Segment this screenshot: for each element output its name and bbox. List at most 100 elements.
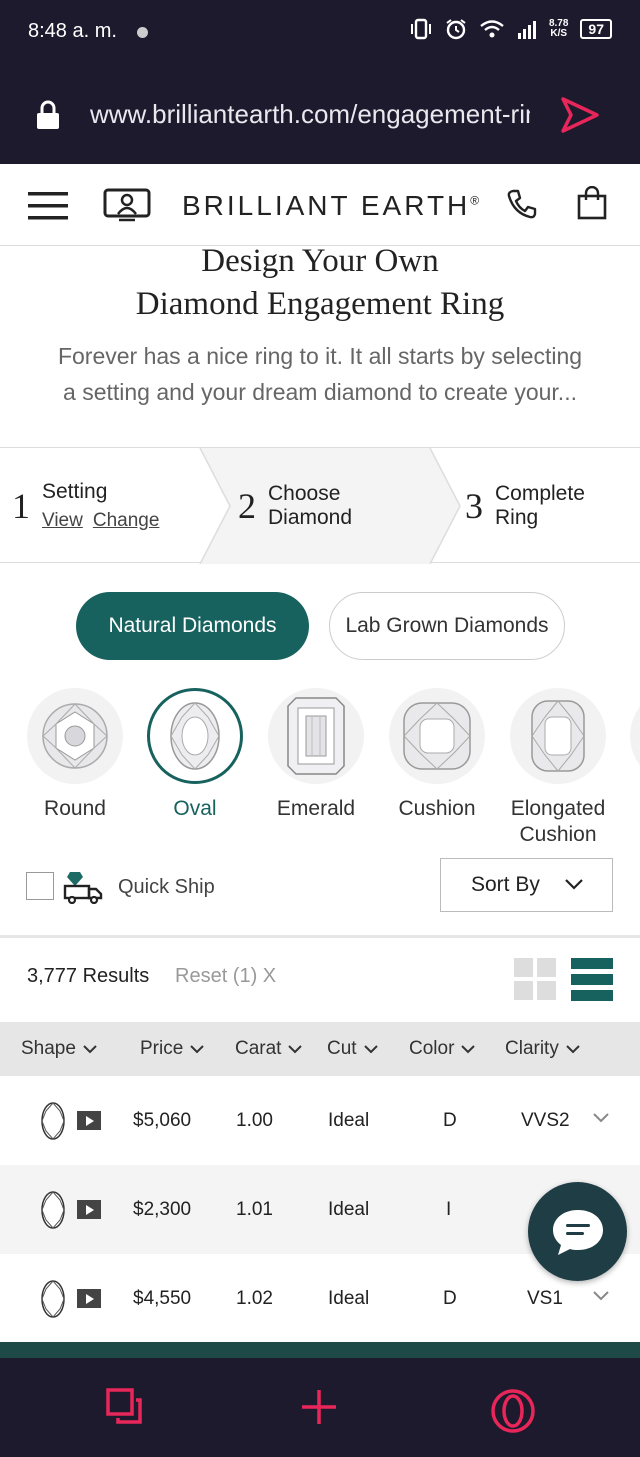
cell-color: D [443, 1288, 457, 1309]
step-label-line2: Diamond [268, 506, 353, 529]
shape-elongated-cushion[interactable]: Elongated Cushion [498, 688, 618, 848]
list-view-icon[interactable] [571, 958, 613, 1001]
oval-shape-icon [41, 1280, 65, 1318]
column-header-color[interactable]: Color [409, 1038, 476, 1060]
page-title: Design Your Own Diamond Engagement Ring [0, 240, 640, 326]
video-play-icon[interactable] [77, 1111, 101, 1130]
chevron-down-icon [190, 1045, 205, 1054]
oval-shape-icon [41, 1102, 65, 1140]
view-setting-link[interactable]: View [42, 510, 83, 531]
network-speed: 8.78 K/S [549, 19, 568, 39]
brand-name: BRILLIANT EARTH [182, 190, 471, 221]
step-label: Setting [42, 480, 108, 503]
cell-carat: 1.01 [236, 1199, 273, 1220]
table-row[interactable]: $5,060 1.00 Ideal D VVS2 [0, 1076, 640, 1165]
send-icon[interactable] [560, 96, 600, 134]
natural-diamonds-button[interactable]: Natural Diamonds [76, 592, 309, 660]
lock-icon [37, 100, 59, 129]
oval-shape-icon [41, 1191, 65, 1229]
step-number: 2 [238, 486, 256, 526]
cushion-diamond-icon [389, 688, 485, 784]
lab-grown-diamonds-button[interactable]: Lab Grown Diamonds [329, 592, 565, 660]
opera-menu-icon[interactable] [490, 1388, 536, 1434]
wifi-icon [480, 20, 504, 38]
quick-ship-label[interactable]: Quick Ship [118, 876, 215, 899]
oval-diamond-icon [147, 688, 243, 784]
browser-url-bar: www.brilliantearth.com/engagement-rings/… [0, 66, 640, 164]
shape-name: Emerald [276, 797, 356, 820]
column-header-price[interactable]: Price [140, 1038, 205, 1060]
results-table-header: Shape Price Carat Cut Color Clarity [0, 1022, 640, 1076]
sticky-footer-strip [0, 1342, 640, 1358]
expand-chevron-icon[interactable] [592, 1112, 610, 1124]
column-label: Shape [21, 1038, 76, 1059]
sort-by-dropdown[interactable]: Sort By [440, 858, 613, 912]
column-header-cut[interactable]: Cut [327, 1038, 379, 1060]
tabs-icon[interactable] [106, 1388, 144, 1426]
video-play-icon[interactable] [77, 1200, 101, 1219]
step-choose-diamond[interactable]: 2 Choose Diamond [238, 448, 352, 564]
cell-color: D [443, 1110, 457, 1131]
change-setting-link[interactable]: Change [93, 510, 160, 531]
shape-next-partial[interactable] [630, 688, 640, 784]
grid-view-icon[interactable] [514, 958, 557, 1001]
status-icons: 8.78 K/S 97 [409, 18, 612, 40]
cell-cut: Ideal [328, 1110, 370, 1131]
section-divider [0, 935, 640, 938]
new-tab-plus-icon[interactable] [300, 1388, 338, 1426]
step-setting[interactable]: 1 Setting View Change [12, 448, 169, 564]
chevron-down-icon [565, 879, 583, 890]
column-label: Price [140, 1038, 184, 1059]
quick-ship-checkbox[interactable] [26, 872, 54, 900]
column-label: Clarity [505, 1038, 559, 1059]
shopping-bag-icon[interactable] [576, 186, 608, 220]
shape-name-line1: Elongated [510, 797, 606, 820]
expand-chevron-icon[interactable] [592, 1290, 610, 1302]
cell-price: $4,550 [133, 1288, 192, 1309]
signal-icon [517, 21, 536, 39]
shape-oval[interactable]: Oval [135, 688, 255, 822]
status-time: 8:48 a. m. [28, 20, 117, 42]
shape-emerald[interactable]: Emerald [256, 688, 376, 822]
step-number: 1 [12, 486, 30, 526]
chevron-down-icon [461, 1045, 476, 1054]
hamburger-menu-icon[interactable] [28, 192, 68, 220]
virtual-appointment-icon[interactable] [103, 188, 151, 222]
speed-unit: K/S [550, 28, 568, 39]
column-label: Carat [235, 1038, 282, 1059]
reset-filters-link[interactable]: Reset (1) X [175, 965, 276, 988]
vibrate-icon [410, 18, 431, 40]
chat-button[interactable] [528, 1182, 627, 1281]
chat-icon [552, 1209, 603, 1255]
quick-ship-truck-icon [63, 872, 103, 904]
page-subtitle: Forever has a nice ring to it. It all st… [20, 338, 620, 410]
sort-by-label: Sort By [471, 873, 540, 896]
column-header-carat[interactable]: Carat [235, 1038, 303, 1060]
column-header-clarity[interactable]: Clarity [505, 1038, 581, 1060]
site-header: BRILLIANT EARTH® [0, 164, 640, 246]
cell-price: $5,060 [133, 1110, 192, 1131]
battery-icon: 97 [580, 19, 612, 39]
elongated-cushion-diamond-icon [510, 688, 606, 784]
page-title-line1: Design Your Own [201, 243, 439, 279]
page-subtitle-line1: Forever has a nice ring to it. It all st… [57, 343, 583, 369]
notification-dot-icon [137, 27, 148, 38]
cell-clarity: VVS2 [521, 1110, 570, 1131]
cell-cut: Ideal [328, 1199, 370, 1220]
url-field[interactable]: www.brilliantearth.com/engagement-rings/… [90, 99, 530, 130]
column-header-shape[interactable]: Shape [21, 1038, 98, 1060]
shape-name: Cushion [398, 797, 476, 820]
step-number: 3 [465, 486, 483, 526]
shape-round[interactable]: Round [15, 688, 135, 822]
cell-price: $2,300 [133, 1199, 192, 1220]
registered-mark: ® [470, 193, 480, 208]
brand-logo[interactable]: BRILLIANT EARTH® [182, 190, 479, 222]
step-label-line1: Complete [495, 482, 585, 505]
round-diamond-icon [27, 688, 123, 784]
phone-icon[interactable] [506, 188, 538, 220]
cell-clarity: VS1 [527, 1288, 563, 1309]
video-play-icon[interactable] [77, 1289, 101, 1308]
shape-cushion[interactable]: Cushion [377, 688, 497, 822]
step-complete-ring[interactable]: 3 Complete Ring [465, 448, 585, 564]
shape-name: Elongated Cushion [498, 796, 618, 848]
